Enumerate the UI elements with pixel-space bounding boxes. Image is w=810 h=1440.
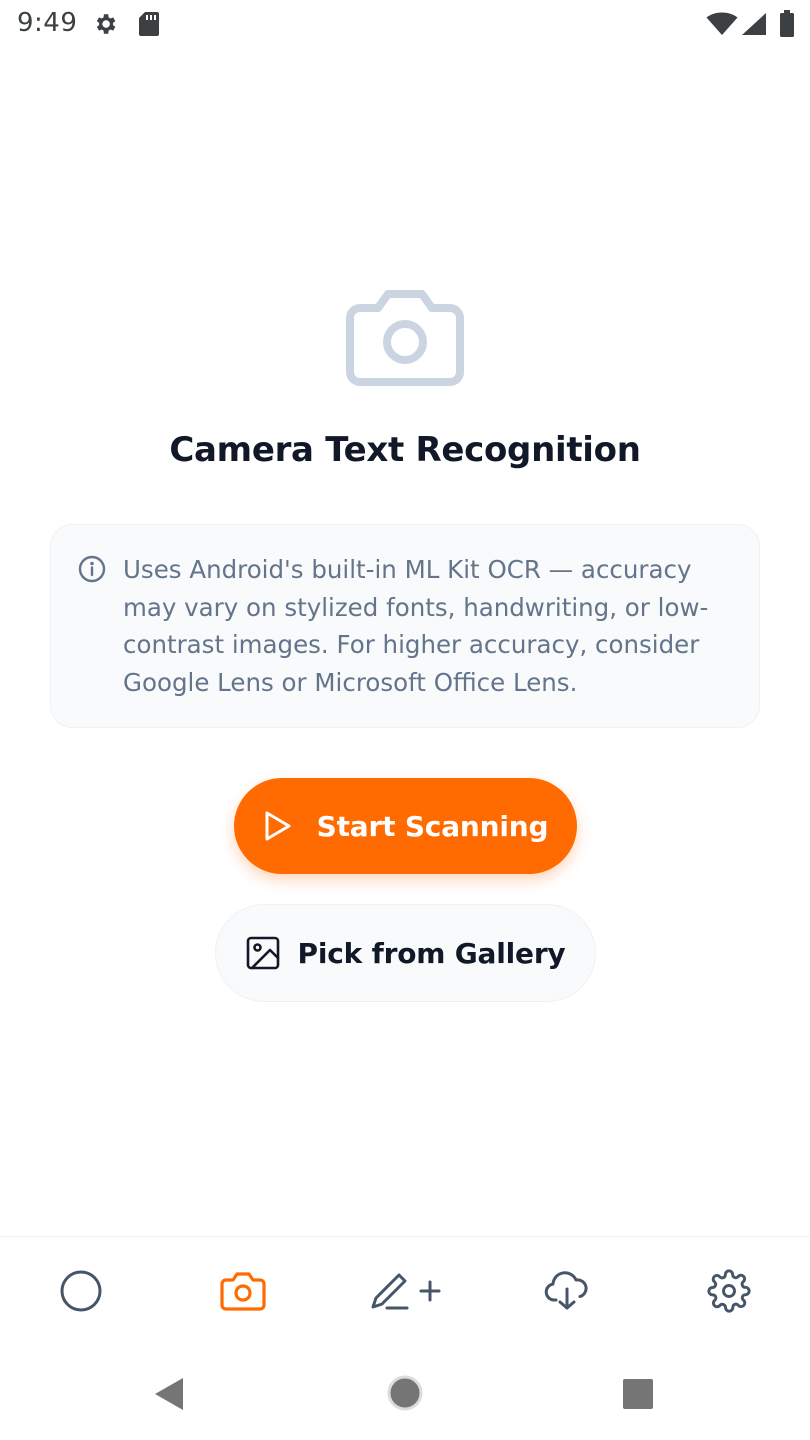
battery-icon [779,10,795,38]
cloud-download-icon [544,1270,590,1316]
nav-item-download[interactable] [531,1265,603,1321]
settings-gear-icon [92,11,118,37]
start-scanning-button[interactable]: Start Scanning [234,778,577,874]
camera-icon [220,1271,266,1316]
back-icon[interactable] [152,1376,186,1412]
nav-item-home[interactable] [45,1265,117,1321]
info-card: Uses Android's built-in ML Kit OCR — acc… [50,524,760,728]
play-icon [263,810,293,842]
page-title: Camera Text Recognition [169,430,641,470]
start-scanning-label: Start Scanning [316,809,549,843]
nav-item-settings[interactable] [693,1265,765,1321]
system-nav-bar [0,1348,810,1440]
settings-gear-icon [707,1268,751,1318]
info-text: Uses Android's built-in ML Kit OCR — acc… [123,555,709,697]
sd-card-icon [138,11,160,37]
pen-plus-icon [369,1270,441,1317]
image-icon [246,936,280,970]
pick-from-gallery-label: Pick from Gallery [297,936,566,970]
home-icon[interactable] [386,1374,424,1412]
status-time: 9:49 [17,8,78,38]
recents-icon[interactable] [622,1378,654,1410]
camera-icon [346,288,464,386]
bottom-nav [0,1236,810,1348]
circle-icon [59,1269,103,1318]
nav-item-camera[interactable] [207,1265,279,1321]
nav-item-write[interactable] [368,1265,442,1321]
info-icon [78,555,106,583]
wifi-icon [706,12,738,36]
status-bar: 9:49 [0,0,810,48]
pick-from-gallery-button[interactable]: Pick from Gallery [215,904,596,1002]
signal-icon [741,12,767,36]
